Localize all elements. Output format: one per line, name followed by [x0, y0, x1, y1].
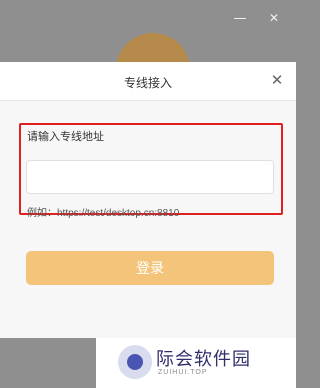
login-button[interactable]: 登录 [26, 251, 274, 285]
address-input[interactable] [26, 160, 274, 194]
dialog-title: 专线接入 [123, 76, 172, 90]
watermark-subtext: ZUIHUI.TOP [158, 369, 208, 376]
watermark-brand: 际会软件园 [156, 349, 251, 369]
example-hint: 例如：https://test/desktop.cn:8810 [27, 208, 180, 219]
window-controls [232, 10, 282, 26]
close-icon[interactable]: ✕ [268, 71, 286, 89]
connection-dialog: 专线接入 ✕ 请输入专线地址 例如：https://test/desktop.c… [0, 62, 296, 338]
dialog-header: 专线接入 ✕ [0, 62, 296, 101]
minimize-icon[interactable] [232, 10, 248, 26]
watermark-logo-icon [118, 345, 152, 379]
watermark: 际会软件园 ZUIHUI.TOP [96, 338, 296, 388]
close-icon[interactable] [266, 10, 282, 26]
field-label: 请输入专线地址 [27, 131, 104, 143]
